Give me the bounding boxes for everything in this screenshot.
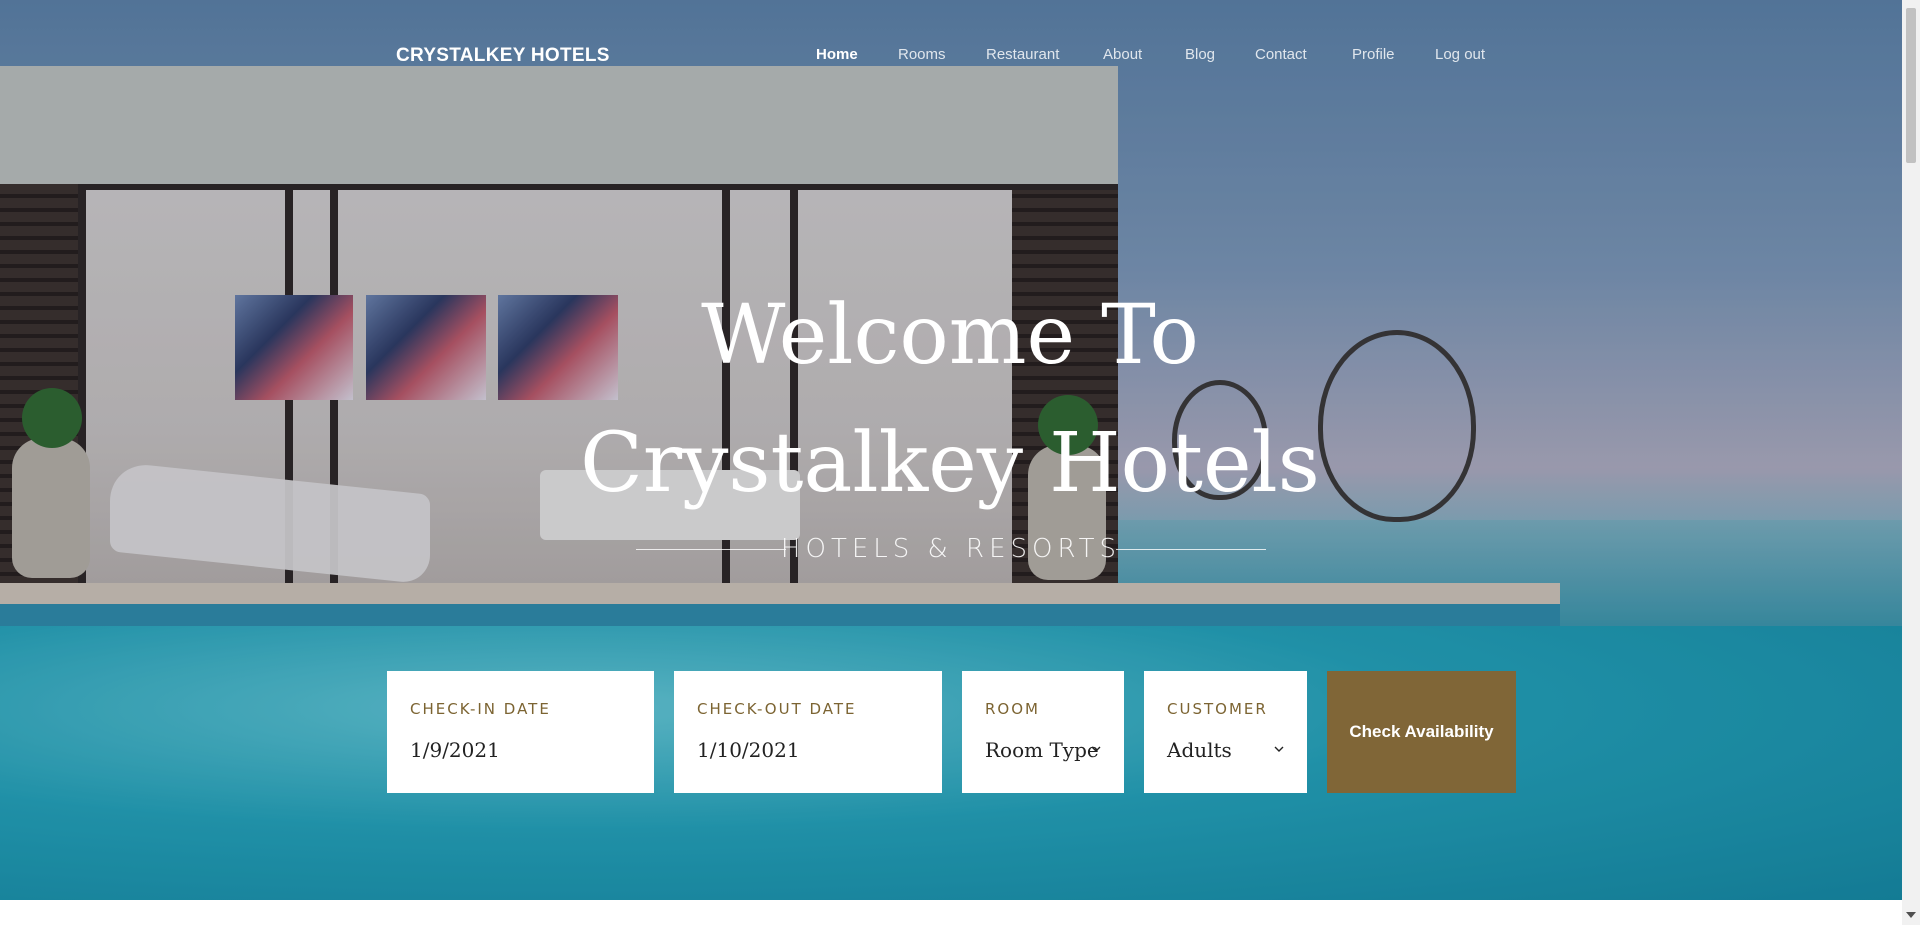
nav-about[interactable]: About bbox=[1103, 46, 1142, 63]
nav-rooms[interactable]: Rooms bbox=[898, 46, 946, 63]
checkout-label: CHECK-OUT DATE bbox=[697, 700, 857, 718]
browser-viewport: CRYSTALKEY HOTELS Home Rooms Restaurant … bbox=[0, 0, 1902, 925]
checkin-input[interactable] bbox=[410, 738, 631, 762]
nav-blog[interactable]: Blog bbox=[1185, 46, 1215, 63]
page-scrollbar[interactable] bbox=[1902, 0, 1920, 925]
hero-headline: Welcome To Crystalkey Hotels bbox=[580, 288, 1320, 511]
check-availability-button[interactable]: Check Availability bbox=[1327, 671, 1516, 793]
customer-select[interactable]: Adults bbox=[1167, 738, 1284, 762]
room-select[interactable]: Room Type bbox=[985, 738, 1101, 762]
customer-label: CUSTOMER bbox=[1167, 700, 1268, 718]
brand-logo[interactable]: CRYSTALKEY HOTELS bbox=[396, 45, 610, 67]
chevron-down-icon bbox=[1091, 746, 1101, 752]
checkin-field[interactable]: CHECK-IN DATE bbox=[387, 671, 654, 793]
checkout-input[interactable] bbox=[697, 738, 919, 762]
room-label: ROOM bbox=[985, 700, 1040, 718]
scroll-down-arrow-icon[interactable] bbox=[1906, 912, 1916, 918]
checkin-label: CHECK-IN DATE bbox=[410, 700, 551, 718]
room-field[interactable]: ROOM Room Type bbox=[962, 671, 1124, 793]
customer-field[interactable]: CUSTOMER Adults bbox=[1144, 671, 1307, 793]
nav-contact[interactable]: Contact bbox=[1255, 46, 1307, 63]
chevron-down-icon bbox=[1274, 746, 1284, 752]
nav-profile[interactable]: Profile bbox=[1352, 46, 1395, 63]
nav-restaurant[interactable]: Restaurant bbox=[986, 46, 1059, 63]
tagline-divider-right bbox=[1116, 549, 1266, 550]
nav-home[interactable]: Home bbox=[816, 46, 858, 63]
nav-logout[interactable]: Log out bbox=[1435, 46, 1485, 63]
scrollbar-thumb[interactable] bbox=[1906, 8, 1916, 163]
checkout-field[interactable]: CHECK-OUT DATE bbox=[674, 671, 942, 793]
hero-tagline-block: HOTELS & RESORTS bbox=[636, 530, 1266, 570]
